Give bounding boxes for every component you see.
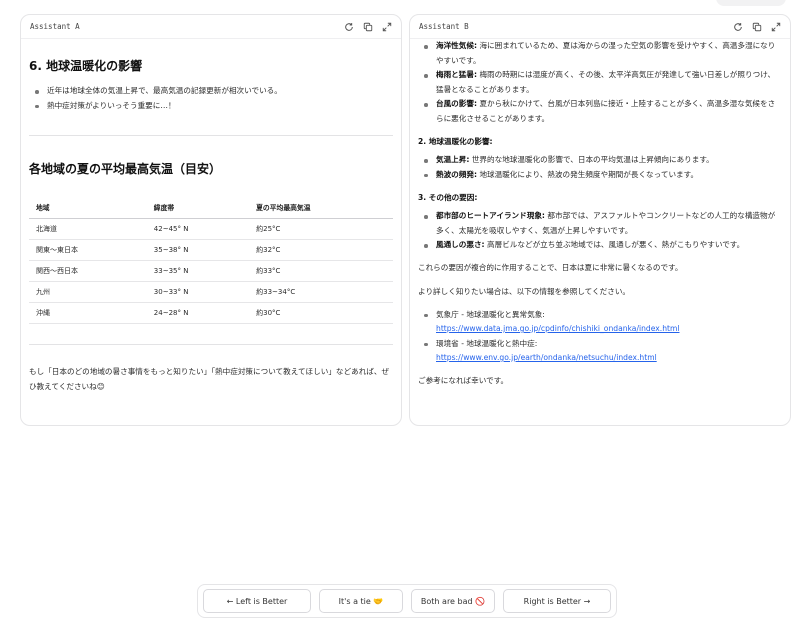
section-heading: 6. 地球温暖化の影響 [29,59,143,73]
divider [29,344,393,345]
expand-icon[interactable] [382,22,392,32]
list-item: 熱中症対策がよりいっそう重要に…！ [29,99,393,114]
table-cell: 約33°C [249,260,393,282]
expand-icon[interactable] [771,22,781,32]
section-heading: 2. 地球温暖化の影響: [418,137,493,146]
reference-links: 気象庁 - 地球温暖化と異常気象: https://www.data.jma.g… [418,308,782,366]
warming-list: 気温上昇: 世界的な地球温暖化の影響で、日本の平均気温は上昇傾向にあります。 熱… [418,153,782,182]
table-cell: 33~35° N [146,260,250,282]
divider [29,135,393,136]
table-row: 関東～東日本 35~38° N 約32°C [29,239,393,261]
table-cell: 関東～東日本 [29,239,147,261]
list-item: 気温上昇: 世界的な地球温暖化の影響で、日本の平均気温は上昇傾向にあります。 [418,153,782,168]
list-item: 海洋性気候: 海に囲まれているため、夏は海からの湿った空気の影響を受けやすく、高… [418,39,782,68]
copy-icon[interactable] [752,22,762,32]
assistant-b-content: 海洋性気候: 海に囲まれているため、夏は海からの湿った空気の影響を受けやすく、高… [410,39,790,425]
env-link[interactable]: https://www.env.go.jp/earth/ondanka/nets… [436,353,657,362]
refresh-icon[interactable] [733,22,743,32]
table-cell: 約32°C [249,239,393,261]
temperature-table: 地域 緯度帯 夏の平均最高気温 北海道 42~45° N 約25°C 関東～東日… [29,197,393,324]
impact-list: 近年は地球全体の気温上昇で、最高気温の記録更新が相次いでいる。 熱中症対策がより… [29,84,393,113]
both-bad-button[interactable]: Both are bad 🚫 [411,589,495,613]
assistant-a-panel: Assistant A 6. 地球温暖化の影響 近年は地球全体の気温上昇で、最高… [20,14,402,426]
assistant-a-title: Assistant A [30,22,80,31]
list-item: 風通しの悪さ: 高層ビルなどが立ち並ぶ地域では、風通しが悪く、熱がこもりやすいで… [418,238,782,253]
table-cell: 約25°C [249,218,393,240]
copy-icon[interactable] [363,22,373,32]
table-row: 九州 30~33° N 約33~34°C [29,281,393,303]
top-scroll-hint [716,0,786,6]
table-row: 沖縄 24~28° N 約30°C [29,302,393,324]
closing-message: もし「日本のどの地域の暑さ事情をもっと知りたい」「熱中症対策について教えてほしい… [29,367,390,391]
table-cell: 24~28° N [146,302,250,324]
closing-message: ご参考になれば幸いです。 [418,375,509,385]
table-cell: 約33~34°C [249,281,393,303]
section-heading: 3. その他の要因: [418,193,478,202]
column-header: 夏の平均最高気温 [249,197,393,219]
list-item: 環境省 - 地球温暖化と熱中症: https://www.env.go.jp/e… [418,337,782,366]
column-header: 緯度帯 [146,197,250,219]
tie-button[interactable]: It's a tie 🤝 [319,589,403,613]
more-info-text: より詳しく知りたい場合は、以下の情報を参照してください。 [418,287,631,296]
assistant-a-header: Assistant A [21,15,401,39]
list-item: 都市部のヒートアイランド現象: 都市部では、アスファルトやコンクリートなどの人工… [418,209,782,238]
right-is-better-button[interactable]: Right is Better → [503,589,611,613]
summary-text: これらの要因が複合的に作用することで、日本は夏に非常に暑くなるのです。 [418,262,683,272]
table-cell: 九州 [29,281,147,303]
jma-link[interactable]: https://www.data.jma.go.jp/cpdinfo/chish… [436,324,680,333]
left-is-better-button[interactable]: ← Left is Better [203,589,311,613]
table-row: 関西～西日本 33~35° N 約33°C [29,260,393,282]
list-item: 熱波の頻発: 地球温暖化により、熱波の発生頻度や期間が長くなっています。 [418,168,782,183]
list-item: 気象庁 - 地球温暖化と異常気象: https://www.data.jma.g… [418,308,782,337]
list-item: 近年は地球全体の気温上昇で、最高気温の記録更新が相次いでいる。 [29,84,393,99]
list-item: 台風の影響: 夏から秋にかけて、台風が日本列島に接近・上陸することが多く、高温多… [418,97,782,126]
assistant-a-content: 6. 地球温暖化の影響 近年は地球全体の気温上昇で、最高気温の記録更新が相次いで… [21,39,401,425]
table-cell: 30~33° N [146,281,250,303]
list-item: 梅雨と猛暑: 梅雨の時期には湿度が高く、その後、太平洋高気圧が発達して強い日差し… [418,68,782,97]
column-header: 地域 [29,197,147,219]
refresh-icon[interactable] [344,22,354,32]
table-row: 北海道 42~45° N 約25°C [29,218,393,240]
climate-list: 海洋性気候: 海に囲まれているため、夏は海からの湿った空気の影響を受けやすく、高… [418,39,782,126]
table-cell: 35~38° N [146,239,250,261]
table-cell: 沖縄 [29,302,147,324]
assistant-b-panel: Assistant B 海洋性気候: 海に囲まれているため、夏は海からの湿った空… [409,14,791,426]
table-cell: 42~45° N [146,218,250,240]
table-cell: 約30°C [249,302,393,324]
table-cell: 関西～西日本 [29,260,147,282]
assistant-b-title: Assistant B [419,22,469,31]
vote-bar: ← Left is Better It's a tie 🤝 Both are b… [197,584,617,618]
assistant-b-header: Assistant B [410,15,790,39]
other-factors-list: 都市部のヒートアイランド現象: 都市部では、アスファルトやコンクリートなどの人工… [418,209,782,253]
table-heading: 各地域の夏の平均最高気温（目安） [29,162,222,176]
table-header-row: 地域 緯度帯 夏の平均最高気温 [29,197,393,219]
table-cell: 北海道 [29,218,147,240]
